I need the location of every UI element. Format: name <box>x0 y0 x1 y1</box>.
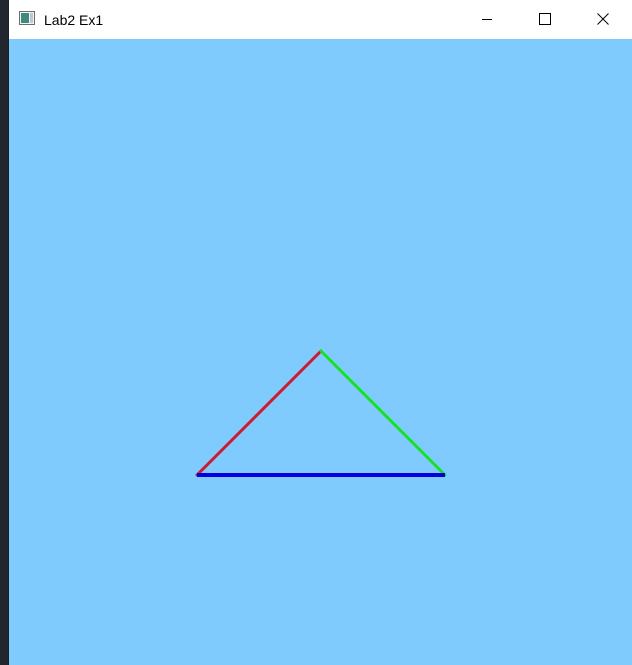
render-canvas[interactable] <box>9 39 632 665</box>
minimize-icon <box>481 12 493 28</box>
triangle-edge-left <box>195 349 323 477</box>
minimize-button[interactable] <box>458 0 516 39</box>
app-window-icon <box>19 11 35 25</box>
maximize-button[interactable] <box>516 0 574 39</box>
close-icon <box>597 12 609 28</box>
title-bar[interactable]: Lab2 Ex1 <box>9 0 632 39</box>
app-window: Lab2 Ex1 <box>8 0 632 665</box>
window-controls <box>458 0 632 39</box>
close-button[interactable] <box>574 0 632 39</box>
triangle-drawing <box>195 349 447 477</box>
window-title: Lab2 Ex1 <box>44 12 104 28</box>
maximize-icon <box>539 12 551 28</box>
triangle-edge-right <box>319 349 447 477</box>
